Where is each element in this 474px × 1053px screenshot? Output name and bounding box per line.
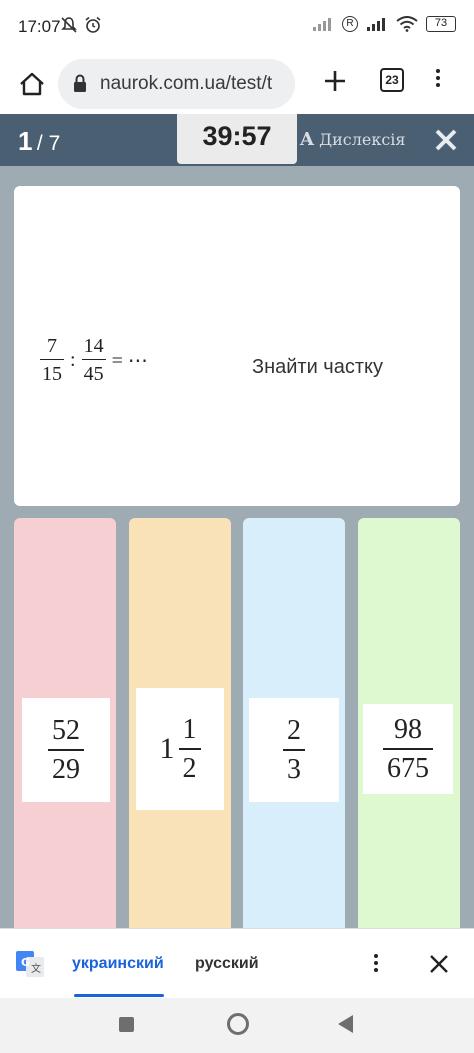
translate-close-button[interactable] [428,953,450,975]
more-vertical-icon [374,954,378,958]
url-text: naurok.com.ua/test/t [100,73,273,94]
answer-option-2[interactable]: 1 1 2 [129,518,231,938]
question-text: Знайти частку [252,356,383,378]
fraction: 7 15 [40,335,64,385]
status-right-icons: R 73 [312,16,456,32]
dyslexia-a-icon: A [300,129,314,150]
close-icon [430,955,448,973]
question-card: 7 15 : 14 45 = ⋯ Знайти частку [14,186,460,506]
status-bar: 17:07 R 73 [0,0,474,56]
browser-menu-button[interactable] [428,66,448,96]
system-nav-bar [0,998,474,1053]
battery-icon: 73 [426,16,456,32]
answer-option-4[interactable]: 98 675 [358,518,460,938]
svg-text:G: G [21,956,30,969]
total-questions: / 7 [36,132,61,155]
timer: 39:57 [177,114,297,164]
wifi-icon [396,16,418,32]
language-tab-russian[interactable]: русский [195,955,259,973]
plus-icon [325,71,345,91]
close-quiz-button[interactable] [434,128,458,152]
question-formula: 7 15 : 14 45 = ⋯ [40,336,154,384]
recents-button[interactable] [119,1017,134,1032]
google-translate-icon: G文 [16,951,44,977]
dyslexia-toggle[interactable]: A Дислексія [300,129,406,150]
answer-value: 52 29 [22,698,110,802]
question-counter: 1 / 7 [18,126,60,157]
home-icon [20,72,44,96]
current-question: 1 [18,126,33,156]
formula-tail: = ⋯ [111,349,148,372]
status-left-icons [60,16,102,34]
new-tab-button[interactable] [318,64,352,98]
signal-icon [313,18,331,31]
mute-icon [61,17,77,33]
active-tab-indicator [74,994,164,997]
alarm-icon [85,16,101,33]
fraction: 14 45 [81,335,106,385]
dyslexia-label: Дислексія [319,130,406,149]
answer-value: 98 675 [363,704,453,794]
signal-icon [367,18,385,31]
quiz-header: 1 / 7 39:57 A Дислексія [0,114,474,166]
quiz-content: 7 15 : 14 45 = ⋯ Знайти частку 52 29 1 1… [0,166,474,938]
svg-text:文: 文 [31,962,41,975]
answer-option-1[interactable]: 52 29 [14,518,116,938]
r-badge-icon: R [342,16,358,32]
divide-operator: : [70,348,76,371]
answer-option-3[interactable]: 2 3 [243,518,345,938]
more-vertical-icon [436,69,440,73]
status-time: 17:07 [18,17,61,36]
back-button[interactable] [338,1015,353,1033]
answer-value: 1 1 2 [136,688,224,810]
home-button[interactable] [12,64,52,104]
browser-toolbar: naurok.com.ua/test/t 23 [0,56,474,114]
translate-bar: G文 украинский русский [0,928,474,998]
lock-icon [74,74,86,92]
close-icon [435,129,457,151]
answer-options: 52 29 1 1 2 2 3 98 675 [14,518,460,938]
home-nav-button[interactable] [227,1013,249,1035]
answer-value: 2 3 [249,698,339,802]
translate-menu-button[interactable] [368,951,384,979]
url-bar[interactable]: naurok.com.ua/test/t [58,59,295,109]
tab-switcher-button[interactable]: 23 [380,68,404,92]
language-tab-ukrainian[interactable]: украинский [72,955,164,973]
